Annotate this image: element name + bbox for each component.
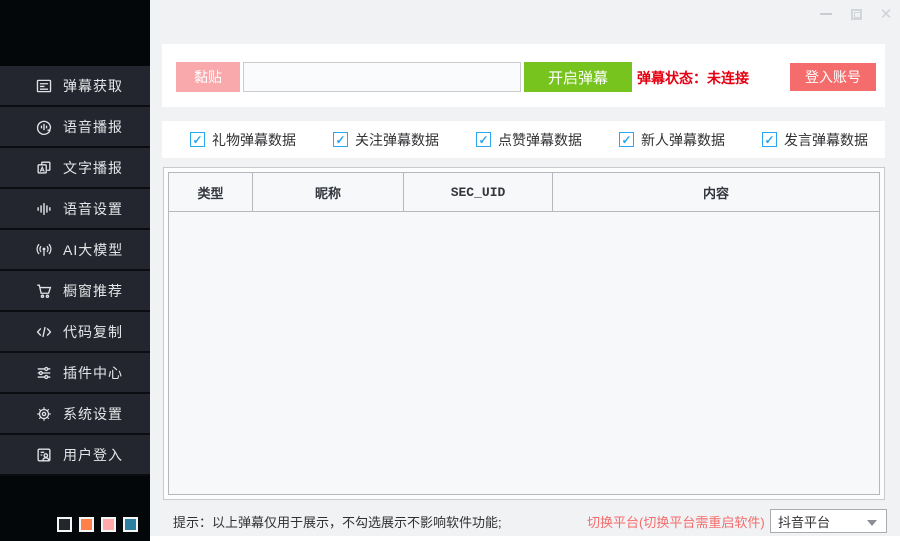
sidebar-item-label: 语音设置 [63, 199, 123, 219]
checkbox-newcomer-danmaku[interactable]: ✓ 新人弹幕数据 [619, 130, 725, 150]
sidebar-item-text-broadcast[interactable]: 文字播报 [0, 148, 150, 189]
checkbox-checked-icon[interactable]: ✓ [333, 132, 348, 147]
checkbox-checked-icon[interactable]: ✓ [762, 132, 777, 147]
sidebar-item-label: 代码复制 [63, 322, 123, 342]
checkbox-label: 礼物弹幕数据 [212, 130, 296, 150]
table-header-content: 内容 [553, 173, 879, 211]
sidebar-item-label: 系统设置 [63, 404, 123, 424]
checkbox-label: 关注弹幕数据 [355, 130, 439, 150]
switch-platform-link[interactable]: 切换平台(切换平台需重启软件) [587, 512, 765, 531]
theme-swatches [57, 517, 138, 532]
paste-button[interactable]: 黏贴 [176, 62, 240, 92]
sidebar-item-danmaku-capture[interactable]: 弹幕获取 [0, 66, 150, 107]
sidebar-item-label: 插件中心 [63, 363, 123, 383]
close-button[interactable]: ✕ [878, 6, 894, 22]
checkbox-label: 新人弹幕数据 [641, 130, 725, 150]
theme-swatch-pink[interactable] [101, 517, 116, 532]
platform-select-value: 抖音平台 [778, 512, 830, 531]
minimize-icon [820, 13, 832, 15]
checkbox-checked-icon[interactable]: ✓ [190, 132, 205, 147]
start-danmaku-button[interactable]: 开启弹幕 [524, 62, 632, 92]
danmaku-status-text: 弹幕状态：未连接 [637, 68, 749, 88]
sidebar-item-label: 弹幕获取 [63, 76, 123, 96]
sidebar-item-label: 语音播报 [63, 117, 123, 137]
checkbox-label: 点赞弹幕数据 [498, 130, 582, 150]
sidebar-item-code-copy[interactable]: 代码复制 [0, 312, 150, 353]
sidebar-item-user-login[interactable]: 用户登入 [0, 435, 150, 476]
sidebar: 弹幕获取 语音播报 文字播报 [0, 0, 150, 541]
voice-settings-icon [35, 200, 53, 218]
sidebar-menu: 弹幕获取 语音播报 文字播报 [0, 66, 150, 476]
checkbox-follow-danmaku[interactable]: ✓ 关注弹幕数据 [333, 130, 439, 150]
sidebar-item-system-settings[interactable]: 系统设置 [0, 394, 150, 435]
checkbox-label: 发言弹幕数据 [784, 130, 868, 150]
sidebar-item-shop-window[interactable]: 橱窗推荐 [0, 271, 150, 312]
plugin-center-icon [35, 364, 53, 382]
bottom-strip [150, 536, 900, 541]
ai-model-icon [35, 241, 53, 259]
minimize-button[interactable] [818, 6, 834, 22]
theme-swatch-orange[interactable] [79, 517, 94, 532]
theme-swatch-dark[interactable] [57, 517, 72, 532]
danmaku-table-container: 类型 昵称 SEC_UID 内容 [163, 167, 885, 500]
checkbox-checked-icon[interactable]: ✓ [476, 132, 491, 147]
theme-swatch-teal[interactable] [123, 517, 138, 532]
platform-select[interactable]: 抖音平台 [770, 509, 887, 533]
sidebar-item-label: 橱窗推荐 [63, 281, 123, 301]
checkbox-like-danmaku[interactable]: ✓ 点赞弹幕数据 [476, 130, 582, 150]
dropdown-caret-icon [867, 520, 877, 526]
sidebar-item-label: AI大模型 [63, 240, 123, 260]
sidebar-item-label: 用户登入 [63, 445, 123, 465]
top-panel: 黏贴 开启弹幕 弹幕状态：未连接 登入账号 [162, 44, 885, 107]
checkbox-chat-danmaku[interactable]: ✓ 发言弹幕数据 [762, 130, 868, 150]
room-url-input[interactable] [243, 62, 521, 92]
sidebar-item-ai-model[interactable]: AI大模型 [0, 230, 150, 271]
shop-window-icon [35, 282, 53, 300]
checkbox-gift-danmaku[interactable]: ✓ 礼物弹幕数据 [190, 130, 296, 150]
sidebar-item-voice-settings[interactable]: 语音设置 [0, 189, 150, 230]
table-header-type: 类型 [169, 173, 253, 211]
table-header-sec-uid: SEC_UID [404, 173, 553, 211]
window-controls: ✕ [818, 6, 894, 22]
checkbox-checked-icon[interactable]: ✓ [619, 132, 634, 147]
maximize-icon [851, 9, 862, 20]
table-header-row: 类型 昵称 SEC_UID 内容 [169, 173, 879, 212]
sidebar-item-voice-broadcast[interactable]: 语音播报 [0, 107, 150, 148]
danmaku-list-icon [35, 77, 53, 95]
sidebar-item-plugin-center[interactable]: 插件中心 [0, 353, 150, 394]
user-login-icon [35, 446, 53, 464]
table-header-nickname: 昵称 [253, 173, 404, 211]
code-copy-icon [35, 323, 53, 341]
voice-broadcast-icon [35, 118, 53, 136]
sidebar-item-label: 文字播报 [63, 158, 123, 178]
text-broadcast-icon [35, 159, 53, 177]
login-account-button[interactable]: 登入账号 [790, 63, 876, 91]
danmaku-table: 类型 昵称 SEC_UID 内容 [168, 172, 880, 495]
table-body-empty [169, 212, 879, 494]
maximize-button[interactable] [848, 6, 864, 22]
close-icon: ✕ [880, 7, 893, 22]
system-settings-icon [35, 405, 53, 423]
footer-hint-text: 提示：以上弹幕仅用于展示，不勾选展示不影响软件功能; [173, 512, 502, 531]
filter-panel: ✓ 礼物弹幕数据 ✓ 关注弹幕数据 ✓ 点赞弹幕数据 ✓ 新人弹幕数据 ✓ 发言… [162, 121, 885, 158]
